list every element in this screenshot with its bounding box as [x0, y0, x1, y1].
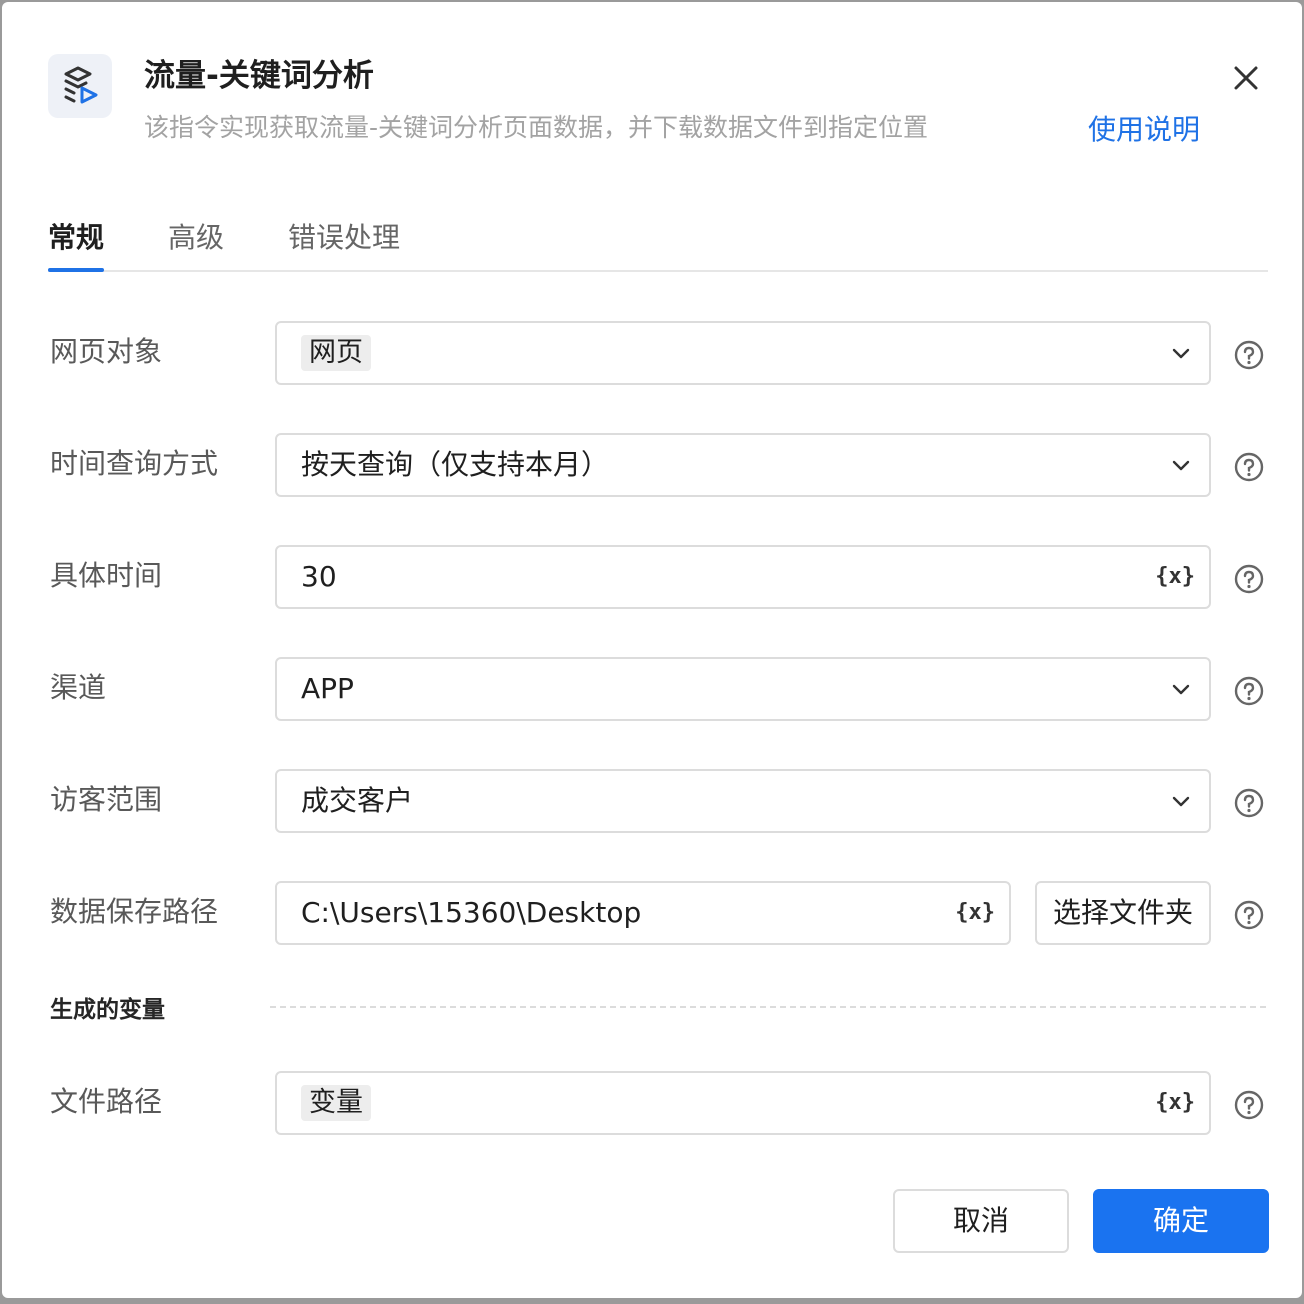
- dialog-title: 流量-关键词分析: [144, 58, 374, 94]
- variable-icon[interactable]: {x}: [1155, 1085, 1195, 1121]
- save-path-input[interactable]: C:\Users\15360\Desktop {x}: [275, 881, 1011, 945]
- specific-time-input[interactable]: 30 {x}: [275, 545, 1211, 609]
- visitor-range-value: 成交客户: [301, 784, 414, 817]
- channel-select[interactable]: APP: [275, 657, 1211, 721]
- generated-variables-title: 生成的变量: [50, 997, 165, 1023]
- tab-error-handling[interactable]: 错误处理: [288, 214, 400, 270]
- save-path-label: 数据保存路径: [50, 895, 219, 928]
- file-path-label: 文件路径: [50, 1085, 163, 1118]
- cancel-button[interactable]: 取消: [893, 1189, 1069, 1253]
- variable-icon[interactable]: {x}: [1155, 559, 1195, 595]
- visitor-range-label: 访客范围: [50, 783, 163, 816]
- help-icon[interactable]: [1234, 676, 1264, 706]
- file-path-variable-chip: 变量: [301, 1085, 371, 1121]
- time-query-value: 按天查询（仅支持本月）: [301, 448, 610, 481]
- choose-folder-button[interactable]: 选择文件夹: [1035, 881, 1211, 945]
- tab-advanced[interactable]: 高级: [168, 214, 224, 270]
- robot-layers-play-icon: [48, 54, 112, 118]
- chevron-down-icon: [1172, 684, 1190, 695]
- channel-label: 渠道: [50, 671, 107, 704]
- chevron-down-icon: [1172, 348, 1190, 359]
- help-icon[interactable]: [1234, 564, 1264, 594]
- save-path-value: C:\Users\15360\Desktop: [301, 896, 642, 929]
- help-icon[interactable]: [1234, 452, 1264, 482]
- variable-icon[interactable]: {x}: [955, 895, 995, 931]
- web-object-select[interactable]: 网页: [275, 321, 1211, 385]
- file-path-variable-input[interactable]: 变量 {x}: [275, 1071, 1211, 1135]
- close-icon[interactable]: [1226, 58, 1266, 98]
- web-object-label: 网页对象: [50, 335, 163, 368]
- tab-bar: 常规 高级 错误处理: [48, 214, 1268, 272]
- dialog-subtitle: 该指令实现获取流量-关键词分析页面数据，并下载数据文件到指定位置: [144, 113, 929, 142]
- chevron-down-icon: [1172, 796, 1190, 807]
- specific-time-value: 30: [301, 560, 337, 593]
- visitor-range-select[interactable]: 成交客户: [275, 769, 1211, 833]
- web-object-chip: 网页: [301, 335, 371, 371]
- time-query-select[interactable]: 按天查询（仅支持本月）: [275, 433, 1211, 497]
- chevron-down-icon: [1172, 460, 1190, 471]
- channel-value: APP: [301, 672, 354, 705]
- help-icon[interactable]: [1234, 788, 1264, 818]
- usage-guide-link[interactable]: 使用说明: [1088, 110, 1200, 150]
- dialog: 流量-关键词分析 该指令实现获取流量-关键词分析页面数据，并下载数据文件到指定位…: [2, 2, 1302, 1298]
- help-icon[interactable]: [1234, 340, 1264, 370]
- help-icon[interactable]: [1234, 1090, 1264, 1120]
- help-icon[interactable]: [1234, 900, 1264, 930]
- specific-time-label: 具体时间: [50, 559, 163, 592]
- time-query-label: 时间查询方式: [50, 447, 219, 480]
- section-divider: [270, 1006, 1266, 1008]
- tab-general[interactable]: 常规: [48, 214, 105, 272]
- confirm-button[interactable]: 确定: [1093, 1189, 1269, 1253]
